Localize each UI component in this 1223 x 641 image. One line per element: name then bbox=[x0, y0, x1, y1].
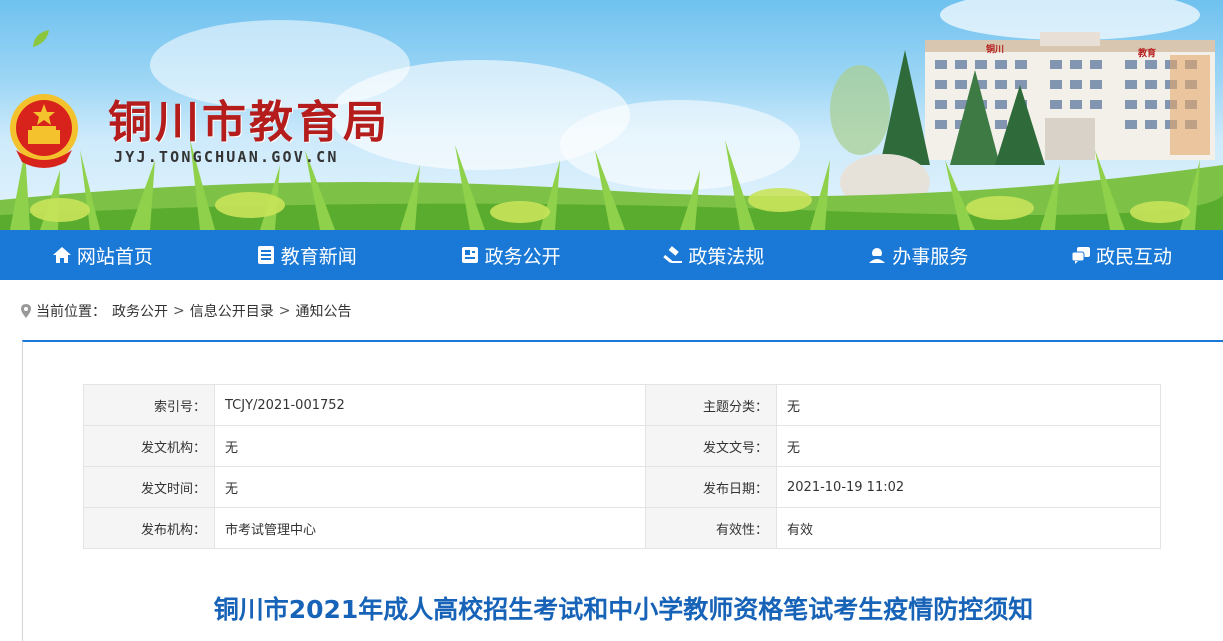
meta-key-document-number: 发文文号： bbox=[645, 425, 777, 467]
service-icon bbox=[866, 244, 888, 266]
site-domain: JYJ.TONGCHUAN.GOV.CN bbox=[114, 148, 339, 166]
meta-key-issue-time: 发文时间： bbox=[83, 466, 215, 508]
nav-item-home[interactable]: 网站首页 bbox=[0, 230, 204, 280]
breadcrumb-link-catalog[interactable]: 信息公开目录 bbox=[190, 301, 274, 321]
breadcrumb-prefix: 当前位置： bbox=[36, 304, 106, 320]
meta-value-document-number: 无 bbox=[776, 425, 1161, 467]
national-emblem-icon bbox=[10, 94, 78, 168]
meta-value-issuing-agency: 无 bbox=[214, 425, 646, 467]
nav-item-label: 办事服务 bbox=[892, 245, 969, 268]
table-row: 发文时间： 无 发布日期： 2021-10-19 11:02 bbox=[83, 466, 1161, 508]
nav-item-label: 政策法规 bbox=[688, 245, 765, 268]
nav-item-label: 政民互动 bbox=[1096, 245, 1173, 268]
breadcrumb: 当前位置： 政务公开 > 信息公开目录 > 通知公告 bbox=[20, 300, 351, 322]
location-pin-icon bbox=[20, 303, 32, 319]
meta-key-topic: 主题分类： bbox=[645, 384, 777, 426]
meta-key-index-number: 索引号： bbox=[83, 384, 215, 426]
nav-item-news[interactable]: 教育新闻 bbox=[204, 230, 408, 280]
breadcrumb-separator: > bbox=[173, 303, 185, 319]
meta-value-issue-time: 无 bbox=[214, 466, 646, 508]
breadcrumb-separator: > bbox=[278, 303, 291, 319]
meta-key-publish-date: 发布日期： bbox=[645, 466, 777, 508]
chat-icon bbox=[1070, 244, 1092, 266]
site-title: 铜川市教育局 bbox=[108, 97, 390, 148]
nav-item-policy[interactable]: 政策法规 bbox=[611, 230, 815, 280]
table-row: 发布机构： 市考试管理中心 有效性： 有效 bbox=[83, 507, 1161, 549]
meta-value-validity: 有效 bbox=[776, 507, 1161, 549]
breadcrumb-link-gov-affairs[interactable]: 政务公开 bbox=[112, 301, 168, 321]
document-meta-table: 索引号： TCJY/2021-001752 主题分类： 无 发文机构： 无 发文… bbox=[83, 384, 1161, 549]
gavel-icon bbox=[662, 244, 684, 266]
document-icon bbox=[459, 244, 481, 266]
meta-value-topic: 无 bbox=[776, 384, 1161, 426]
news-list-icon bbox=[255, 244, 277, 266]
nav-item-label: 教育新闻 bbox=[280, 245, 357, 268]
building-sign-left: 铜川 bbox=[986, 45, 1005, 55]
breadcrumb-link-notices[interactable]: 通知公告 bbox=[295, 301, 351, 321]
meta-value-index-number: TCJY/2021-001752 bbox=[214, 384, 646, 426]
nav-item-services[interactable]: 办事服务 bbox=[815, 230, 1019, 280]
table-row: 索引号： TCJY/2021-001752 主题分类： 无 bbox=[83, 384, 1161, 426]
article-title: 铜川市2021年成人高校招生考试和中小学教师资格笔试考生疫情防控须知 bbox=[213, 595, 1034, 624]
meta-key-issuing-agency: 发文机构： bbox=[83, 425, 215, 467]
site-banner: 铜川 教育 铜川市教育局 JYJ.TONGCHUAN.GOV.CN bbox=[0, 0, 1223, 230]
meta-key-publisher: 发布机构： bbox=[83, 507, 215, 549]
home-icon bbox=[51, 244, 73, 266]
main-nav: 网站首页 教育新闻 政务公开 政策法规 办事服务 政民互动 bbox=[0, 230, 1223, 280]
meta-value-publisher: 市考试管理中心 bbox=[214, 507, 646, 549]
meta-value-publish-date: 2021-10-19 11:02 bbox=[776, 466, 1161, 508]
content-panel: 索引号： TCJY/2021-001752 主题分类： 无 发文机构： 无 发文… bbox=[22, 340, 1223, 641]
nav-item-interaction[interactable]: 政民互动 bbox=[1019, 230, 1223, 280]
table-row: 发文机构： 无 发文文号： 无 bbox=[83, 425, 1161, 467]
meta-key-validity: 有效性： bbox=[645, 507, 777, 549]
building-sign-right: 教育 bbox=[1138, 49, 1157, 59]
leaf-icon bbox=[33, 30, 49, 47]
nav-item-label: 网站首页 bbox=[76, 245, 153, 268]
nav-item-gov-affairs[interactable]: 政务公开 bbox=[408, 230, 612, 280]
nav-item-label: 政务公开 bbox=[484, 245, 561, 268]
